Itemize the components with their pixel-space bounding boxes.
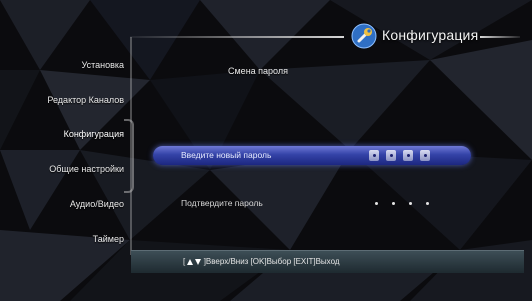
password-digit-dot xyxy=(392,202,395,205)
sidebar-menu: Установка Редактор Каналов Конфигурация … xyxy=(0,50,130,250)
help-hints: ]Вверх/Вниз [OK]Выбор [EXIT]Выход xyxy=(203,257,340,266)
sidebar-item-channel-editor[interactable]: Редактор Каналов xyxy=(47,95,124,105)
sidebar-item-audio-video[interactable]: Аудио/Видео xyxy=(70,199,124,209)
sidebar-item-configuration[interactable]: Конфигурация xyxy=(64,129,124,139)
new-password-label: Введите новый пароль xyxy=(181,150,272,160)
section-title: Смена пароля xyxy=(228,66,288,76)
up-down-arrows-icon xyxy=(187,258,202,265)
password-digit-box xyxy=(386,150,396,161)
password-digit-dot xyxy=(409,202,412,205)
password-digit-dot xyxy=(375,202,378,205)
confirm-password-label: Подтвердите пароль xyxy=(181,198,263,208)
sidebar-item-timer[interactable]: Таймер xyxy=(93,234,124,244)
password-digit-box xyxy=(420,150,430,161)
confirm-password-row[interactable]: Подтвердите пароль xyxy=(153,194,471,213)
sidebar-item-installation[interactable]: Установка xyxy=(81,60,124,70)
settings-screen: Конфигурация Установка Редактор Каналов … xyxy=(0,0,532,301)
help-bar: [ ]Вверх/Вниз [OK]Выбор [EXIT]Выход xyxy=(131,250,524,273)
help-bracket: [ xyxy=(183,257,186,266)
password-digit-box xyxy=(369,150,379,161)
password-digit-dot xyxy=(426,202,429,205)
new-password-row[interactable]: Введите новый пароль xyxy=(153,146,471,165)
sidebar-item-general-settings[interactable]: Общие настройки xyxy=(49,164,124,174)
password-digit-box xyxy=(403,150,413,161)
help-text: [ ]Вверх/Вниз [OK]Выбор [EXIT]Выход xyxy=(183,257,340,266)
